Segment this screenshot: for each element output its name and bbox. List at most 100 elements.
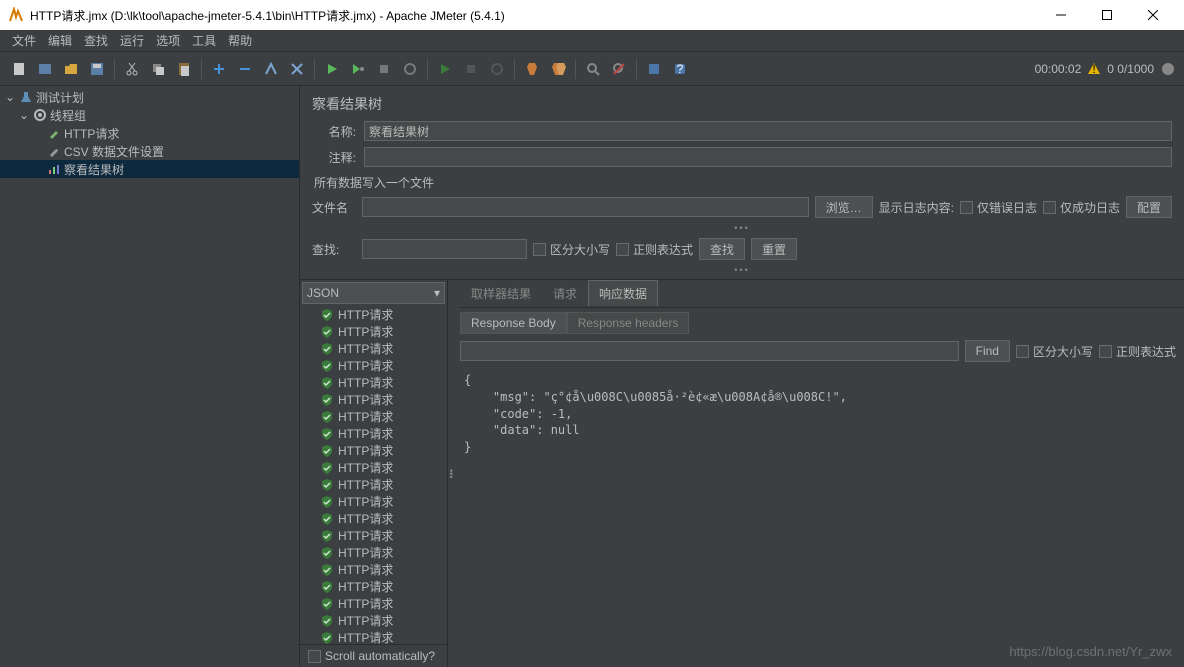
result-item[interactable]: HTTP请求 — [300, 527, 447, 544]
name-input[interactable] — [364, 121, 1172, 141]
warning-icon[interactable]: ! — [1087, 62, 1101, 76]
wrench-icon — [46, 143, 62, 159]
search-input[interactable] — [362, 239, 527, 259]
search-button[interactable] — [581, 57, 605, 81]
success-shield-icon — [320, 393, 334, 407]
tree-node-threadgroup[interactable]: ⌄ 线程组 — [0, 106, 299, 124]
split-handle[interactable]: ••• — [300, 221, 1184, 235]
remote-start-button[interactable] — [433, 57, 457, 81]
tree-node-http-request[interactable]: HTTP请求 — [0, 124, 299, 142]
find-case-checkbox[interactable]: 区分大小写 — [1016, 343, 1093, 360]
disable-button[interactable] — [285, 57, 309, 81]
result-item[interactable]: HTTP请求 — [300, 612, 447, 629]
search-button[interactable]: 查找 — [699, 238, 745, 260]
expand-toggle-icon[interactable]: ⌄ — [18, 108, 30, 122]
tree-node-testplan[interactable]: ⌄ 测试计划 — [0, 88, 299, 106]
browse-button[interactable]: 浏览… — [815, 196, 873, 218]
result-item[interactable]: HTTP请求 — [300, 323, 447, 340]
subtab-response-headers[interactable]: Response headers — [567, 312, 690, 334]
eyedropper-icon — [46, 125, 62, 141]
menu-tools[interactable]: 工具 — [186, 30, 222, 51]
menu-help[interactable]: 帮助 — [222, 30, 258, 51]
result-item[interactable]: HTTP请求 — [300, 340, 447, 357]
filename-label: 文件名 — [312, 199, 356, 216]
result-item[interactable]: HTTP请求 — [300, 629, 447, 644]
copy-button[interactable] — [146, 57, 170, 81]
open-button[interactable] — [59, 57, 83, 81]
help-button[interactable]: ? — [668, 57, 692, 81]
toggle-button[interactable] — [259, 57, 283, 81]
shutdown-button[interactable] — [398, 57, 422, 81]
result-item[interactable]: HTTP请求 — [300, 493, 447, 510]
result-item[interactable]: HTTP请求 — [300, 595, 447, 612]
find-regex-checkbox[interactable]: 正则表达式 — [1099, 343, 1176, 360]
close-button[interactable] — [1130, 0, 1176, 30]
success-shield-icon — [320, 529, 334, 543]
expand-toggle-icon[interactable]: ⌄ — [4, 90, 16, 104]
tree-node-results-tree[interactable]: 察看结果树 — [0, 160, 299, 178]
result-item[interactable]: HTTP请求 — [300, 391, 447, 408]
result-item[interactable]: HTTP请求 — [300, 476, 447, 493]
result-item[interactable]: HTTP请求 — [300, 425, 447, 442]
menu-search[interactable]: 查找 — [78, 30, 114, 51]
split-handle[interactable]: ••• — [300, 263, 1184, 277]
result-item[interactable]: HTTP请求 — [300, 561, 447, 578]
expand-button[interactable] — [207, 57, 231, 81]
menu-file[interactable]: 文件 — [6, 30, 42, 51]
find-input[interactable] — [460, 341, 959, 361]
result-item[interactable]: HTTP请求 — [300, 459, 447, 476]
start-button[interactable] — [320, 57, 344, 81]
result-item[interactable]: HTTP请求 — [300, 442, 447, 459]
result-item[interactable]: HTTP请求 — [300, 578, 447, 595]
response-body[interactable]: { "msg": "ç°¢å\u008C\u0085å·²è¢«æ\u008A¢… — [460, 366, 1184, 667]
result-item[interactable]: HTTP请求 — [300, 408, 447, 425]
new-button[interactable] — [7, 57, 31, 81]
clear-button[interactable] — [520, 57, 544, 81]
templates-button[interactable] — [33, 57, 57, 81]
paste-button[interactable] — [172, 57, 196, 81]
reset-button[interactable]: 重置 — [751, 238, 797, 260]
cut-button[interactable] — [120, 57, 144, 81]
error-only-checkbox[interactable]: 仅错误日志 — [960, 199, 1037, 216]
configure-button[interactable]: 配置 — [1126, 196, 1172, 218]
stop-button[interactable] — [372, 57, 396, 81]
collapse-button[interactable] — [233, 57, 257, 81]
comment-input[interactable] — [364, 147, 1172, 167]
success-only-checkbox[interactable]: 仅成功日志 — [1043, 199, 1120, 216]
save-button[interactable] — [85, 57, 109, 81]
regex-checkbox[interactable]: 正则表达式 — [616, 241, 693, 258]
result-list[interactable]: HTTP请求HTTP请求HTTP请求HTTP请求HTTP请求HTTP请求HTTP… — [300, 306, 447, 644]
case-sensitive-checkbox[interactable]: 区分大小写 — [533, 241, 610, 258]
subtab-response-body[interactable]: Response Body — [460, 312, 567, 334]
filename-input[interactable] — [362, 197, 809, 217]
find-button[interactable]: Find — [965, 340, 1010, 362]
tab-request[interactable]: 请求 — [542, 280, 588, 307]
reset-search-button[interactable] — [607, 57, 631, 81]
menu-edit[interactable]: 编辑 — [42, 30, 78, 51]
remote-shutdown-button[interactable] — [485, 57, 509, 81]
window-title: HTTP请求.jmx (D:\lk\tool\apache-jmeter-5.4… — [30, 7, 1038, 24]
success-shield-icon — [320, 376, 334, 390]
minimize-button[interactable] — [1038, 0, 1084, 30]
tab-response-data[interactable]: 响应数据 — [588, 280, 658, 307]
renderer-dropdown[interactable]: JSON ▾ — [302, 282, 445, 304]
maximize-button[interactable] — [1084, 0, 1130, 30]
test-plan-tree[interactable]: ⌄ 测试计划 ⌄ 线程组 HTTP请求 CSV 数据文件设置 察看结果树 — [0, 86, 300, 667]
result-item[interactable]: HTTP请求 — [300, 306, 447, 323]
result-item[interactable]: HTTP请求 — [300, 544, 447, 561]
menu-options[interactable]: 选项 — [150, 30, 186, 51]
app-icon — [8, 7, 24, 23]
tree-node-csv-config[interactable]: CSV 数据文件设置 — [0, 142, 299, 160]
success-shield-icon — [320, 342, 334, 356]
result-item[interactable]: HTTP请求 — [300, 510, 447, 527]
function-helper-button[interactable] — [642, 57, 666, 81]
result-item[interactable]: HTTP请求 — [300, 357, 447, 374]
clear-all-button[interactable] — [546, 57, 570, 81]
start-no-pause-button[interactable] — [346, 57, 370, 81]
scroll-auto-checkbox[interactable]: Scroll automatically? — [308, 649, 435, 663]
success-shield-icon — [320, 614, 334, 628]
remote-stop-button[interactable] — [459, 57, 483, 81]
result-item[interactable]: HTTP请求 — [300, 374, 447, 391]
menu-run[interactable]: 运行 — [114, 30, 150, 51]
tab-sampler-result[interactable]: 取样器结果 — [460, 280, 542, 307]
